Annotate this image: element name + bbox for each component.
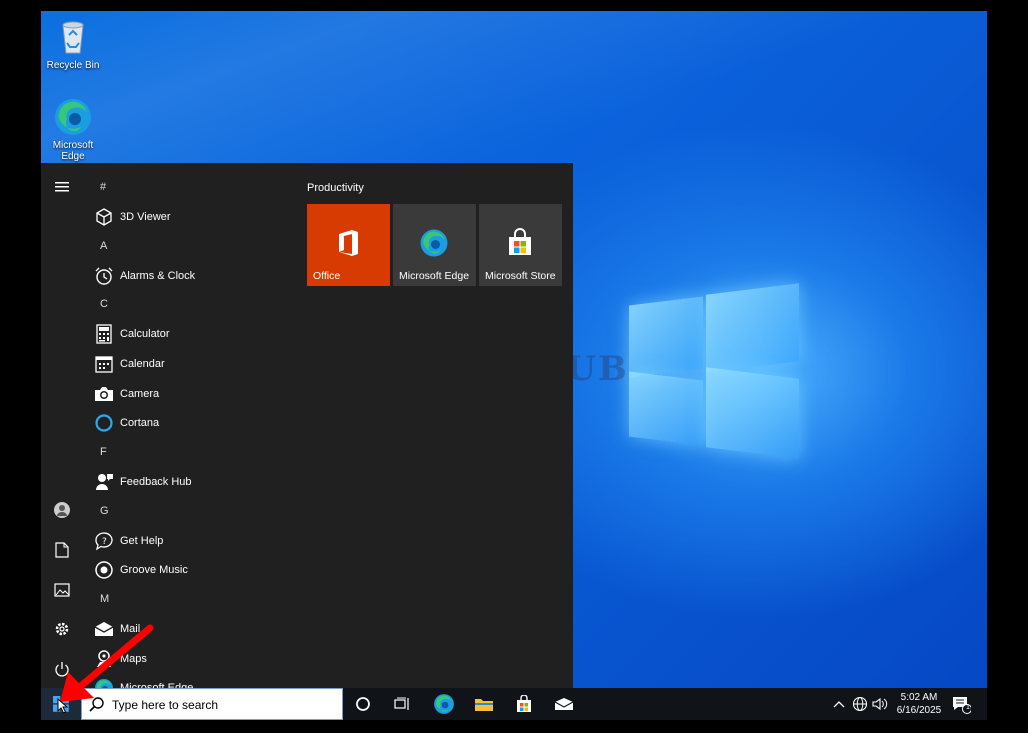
- app-list-item-label: Cortana: [120, 417, 160, 430]
- clock-date: 6/16/2025: [896, 705, 942, 716]
- tile-label: Microsoft Store: [485, 270, 556, 282]
- taskbar: 5:02 AM 6/16/2025 1: [41, 688, 987, 720]
- app-list-item[interactable]: 3D Viewer: [89, 202, 289, 232]
- desktop: IT Pros HUB Recycle Bin Microsoft Edge: [41, 11, 987, 720]
- office-icon: [333, 228, 363, 258]
- edge-icon: [53, 97, 93, 137]
- tile-microsoft-store[interactable]: Microsoft Store: [479, 204, 562, 286]
- notification-count-badge: 1: [966, 704, 970, 711]
- app-list-item-label: Get Help: [120, 534, 164, 547]
- chevron-up-icon[interactable]: [829, 692, 849, 716]
- app-list-item-label: Groove Music: [120, 564, 188, 577]
- app-list-item-label: Calculator: [120, 328, 170, 341]
- app-list-item-label: Calendar: [120, 357, 165, 370]
- groove-music-icon: [93, 559, 115, 581]
- app-list-item[interactable]: ? Get Help: [89, 526, 289, 556]
- store-icon: [505, 228, 535, 258]
- tile-label: Office: [313, 270, 341, 282]
- volume-icon[interactable]: [869, 692, 891, 716]
- desktop-icon-label: Recycle Bin: [46, 60, 100, 71]
- mouse-cursor-icon: [57, 698, 69, 714]
- app-list-item[interactable]: Cortana: [89, 408, 289, 438]
- cortana-circle-icon[interactable]: [349, 692, 377, 716]
- app-list-item[interactable]: Camera: [89, 379, 289, 409]
- alarm-clock-icon: [93, 265, 115, 287]
- windows-logo-wallpaper: [629, 279, 799, 459]
- feedback-hub-icon: [93, 471, 115, 493]
- desktop-icon-edge[interactable]: Microsoft Edge: [41, 97, 105, 162]
- app-list-letter-header[interactable]: C: [89, 290, 289, 319]
- documents-icon[interactable]: [50, 538, 74, 562]
- edge-icon: [419, 228, 449, 258]
- recycle-bin-icon: [53, 17, 93, 57]
- hamburger-menu-icon[interactable]: [50, 175, 74, 199]
- camera-icon: [93, 383, 115, 405]
- network-icon[interactable]: [849, 692, 871, 716]
- app-list-item[interactable]: Feedback Hub: [89, 467, 289, 497]
- app-list-item[interactable]: Alarms & Clock: [89, 261, 289, 291]
- taskbar-clock[interactable]: 5:02 AM 6/16/2025: [889, 691, 949, 717]
- calendar-icon: [93, 353, 115, 375]
- 3d-viewer-icon: [93, 206, 115, 228]
- tile-office[interactable]: Office: [307, 204, 390, 286]
- app-list-letter-header[interactable]: G: [89, 497, 289, 526]
- app-list: #3D Viewer A Alarms & Clock C Calculator Cale…: [89, 173, 289, 688]
- app-list-letter-header[interactable]: #: [89, 173, 289, 202]
- clock-time: 5:02 AM: [900, 692, 938, 703]
- desktop-icon-recycle-bin[interactable]: Recycle Bin: [41, 17, 105, 71]
- calculator-icon: [93, 323, 115, 345]
- pictures-icon[interactable]: [50, 578, 74, 602]
- app-list-letter-header[interactable]: F: [89, 438, 289, 467]
- desktop-icon-label: Microsoft Edge: [52, 140, 94, 162]
- app-list-item[interactable]: Calendar: [89, 349, 289, 379]
- notifications-icon[interactable]: 1: [947, 692, 975, 716]
- get-help-icon: ?: [93, 530, 115, 552]
- app-list-item[interactable]: Calculator: [89, 319, 289, 349]
- app-list-item-label: Feedback Hub: [120, 475, 192, 488]
- cortana-icon: [93, 412, 115, 434]
- tile-group-title: Productivity: [307, 182, 364, 194]
- tile-label: Microsoft Edge: [399, 270, 470, 282]
- store-icon[interactable]: [510, 692, 538, 716]
- start-menu: #3D Viewer A Alarms & Clock C Calculator Cale…: [41, 163, 573, 688]
- app-list-letter-header[interactable]: M: [89, 585, 289, 614]
- start-rail: [41, 163, 83, 688]
- mail-icon[interactable]: [550, 692, 578, 716]
- app-list-item[interactable]: Groove Music: [89, 556, 289, 586]
- app-list-item-label: Alarms & Clock: [120, 269, 196, 282]
- app-list-item-label: Camera: [120, 387, 160, 400]
- app-list-letter-header[interactable]: A: [89, 232, 289, 261]
- tile-microsoft-edge[interactable]: Microsoft Edge: [393, 204, 476, 286]
- app-list-item-label: 3D Viewer: [120, 210, 171, 223]
- svg-text:?: ?: [102, 537, 107, 547]
- user-account-icon[interactable]: [50, 498, 74, 522]
- task-view-icon[interactable]: [388, 692, 416, 716]
- edge-icon[interactable]: [430, 692, 458, 716]
- file-explorer-icon[interactable]: [470, 692, 498, 716]
